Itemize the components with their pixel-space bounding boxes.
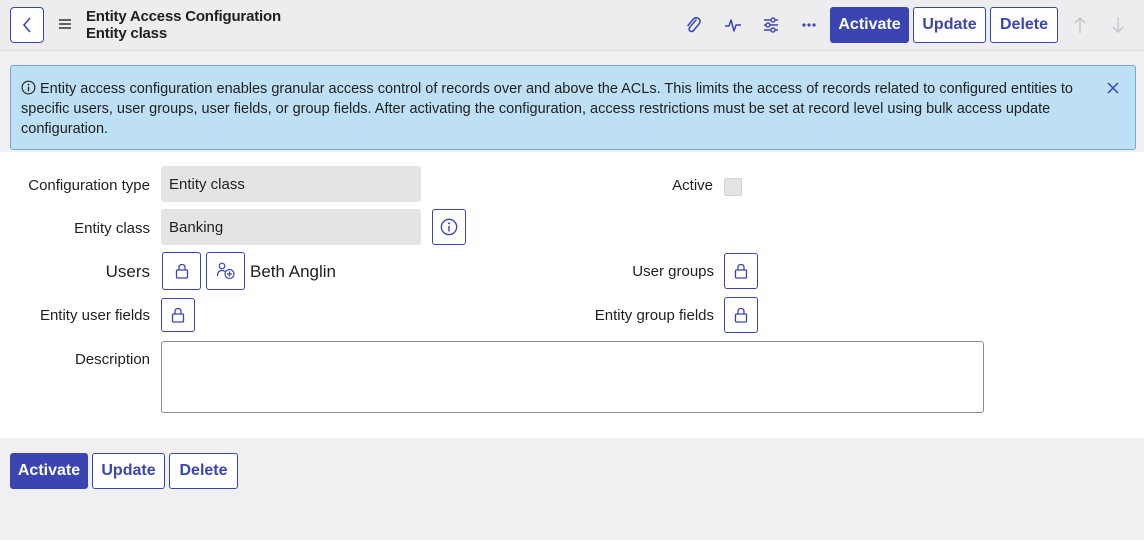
arrow-up-icon[interactable] <box>1069 14 1091 36</box>
footer-delete-button[interactable]: Delete <box>169 453 238 489</box>
footer-update-button[interactable]: Update <box>92 453 165 489</box>
entity-class-label: Entity class <box>74 220 150 237</box>
update-button[interactable]: Update <box>913 7 986 43</box>
configuration-type-field: Entity class <box>161 166 421 202</box>
form-footer: Activate Update Delete <box>0 438 1144 540</box>
delete-button[interactable]: Delete <box>990 7 1058 43</box>
menu-icon[interactable] <box>57 16 73 32</box>
form-header: Entity Access Configuration Entity class… <box>0 0 1144 51</box>
activity-icon[interactable] <box>722 14 744 36</box>
back-button[interactable] <box>10 7 44 43</box>
page-title: Entity Access Configuration <box>86 8 281 25</box>
user-groups-label: User groups <box>632 263 714 280</box>
entity-class-field: Banking <box>161 209 421 245</box>
entity-user-fields-label: Entity user fields <box>39 307 150 324</box>
users-label: Users <box>105 262 150 281</box>
more-icon[interactable] <box>798 14 820 36</box>
users-lock-button[interactable] <box>162 252 201 290</box>
info-icon <box>440 218 458 236</box>
info-banner: Entity access configuration enables gran… <box>10 65 1136 150</box>
activate-button[interactable]: Activate <box>830 7 909 43</box>
arrow-down-icon[interactable] <box>1107 14 1129 36</box>
entity-group-fields-lock-button[interactable] <box>724 297 758 333</box>
lock-icon <box>734 307 748 323</box>
active-checkbox[interactable] <box>724 178 742 196</box>
footer-activate-button[interactable]: Activate <box>10 453 88 489</box>
users-value: Beth Anglin <box>250 262 337 281</box>
add-user-button[interactable] <box>206 252 245 290</box>
configuration-type-label: Configuration type <box>28 177 150 194</box>
lock-icon <box>175 263 188 279</box>
sliders-icon[interactable] <box>760 14 782 36</box>
banner-text: Entity access configuration enables gran… <box>21 81 1073 137</box>
paperclip-icon[interactable] <box>682 14 704 36</box>
user-groups-lock-button[interactable] <box>724 253 758 289</box>
form-body: Configuration type Entity class Active E… <box>0 152 1144 438</box>
back-icon <box>22 17 31 33</box>
page-subtitle: Entity class <box>86 25 167 42</box>
banner-message: Entity access configuration enables gran… <box>21 79 1081 139</box>
title-block: Entity Access Configuration Entity class <box>86 8 281 42</box>
description-label: Description <box>74 351 150 368</box>
entity-group-fields-label: Entity group fields <box>594 307 714 324</box>
entity-user-fields-lock-button[interactable] <box>161 298 195 332</box>
info-icon <box>21 80 36 95</box>
close-icon[interactable] <box>1105 80 1121 96</box>
lock-icon <box>734 263 748 279</box>
description-textarea[interactable] <box>161 341 984 413</box>
entity-class-info-button[interactable] <box>432 209 466 245</box>
add-user-icon <box>216 262 235 280</box>
active-label: Active <box>672 177 713 194</box>
lock-icon <box>171 307 185 323</box>
